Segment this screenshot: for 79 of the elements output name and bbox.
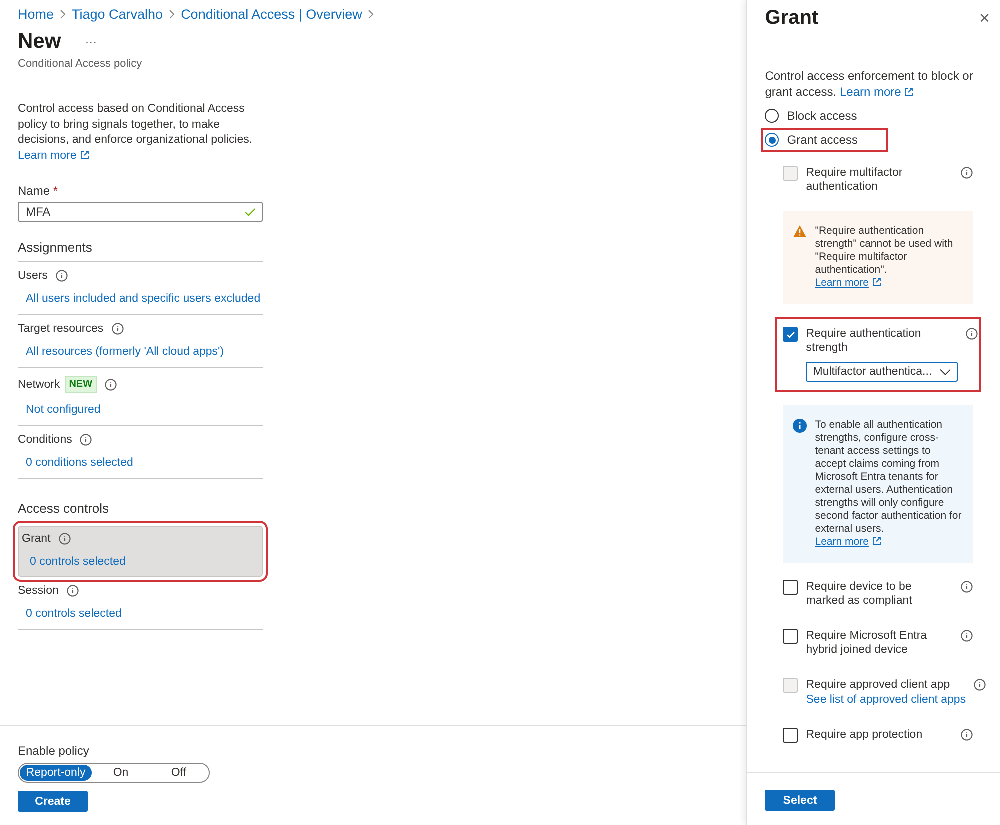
info-icon xyxy=(56,270,68,282)
learn-more-link[interactable]: Learn more xyxy=(840,85,902,99)
checkbox[interactable] xyxy=(783,327,798,342)
chevron-right-icon xyxy=(169,10,176,19)
more-button[interactable]: ··· xyxy=(85,35,98,49)
row-label: Conditions xyxy=(18,434,72,446)
row-value-link[interactable]: All resources (formerly 'All cloud apps') xyxy=(26,346,224,358)
info-icon xyxy=(58,533,71,545)
info-icon xyxy=(961,630,974,642)
assignment-row[interactable]: Target resources All resources (formerly 'All cloud apps') xyxy=(18,315,263,368)
info-icon xyxy=(80,434,92,446)
checkbox-label: Require app protection xyxy=(806,729,923,741)
toggle-option[interactable]: On xyxy=(92,765,150,781)
assignment-row[interactable]: Network NEW Not configured xyxy=(18,368,263,426)
learn-more-link[interactable]: Learn more xyxy=(815,536,869,548)
strength-dropdown[interactable]: Multifactor authentica... xyxy=(806,362,958,382)
learn-more-link[interactable]: Learn more xyxy=(815,277,869,289)
checkbox[interactable] xyxy=(783,580,798,595)
row-label: Network xyxy=(18,378,60,390)
checkbox[interactable] xyxy=(783,728,798,743)
section-heading: Assignments xyxy=(18,240,263,262)
close-button[interactable]: × xyxy=(975,7,994,29)
page-title: New xyxy=(18,30,62,54)
chevron-right-icon xyxy=(368,10,374,19)
radio-option[interactable]: Block access xyxy=(765,108,860,124)
info-icon xyxy=(961,581,974,593)
chevron-right-icon xyxy=(60,10,66,19)
row-value-link[interactable]: Not configured xyxy=(26,404,101,416)
external-link-icon xyxy=(872,536,882,546)
external-link-icon xyxy=(904,87,914,97)
warning-icon xyxy=(793,225,808,238)
row-label: Target resources xyxy=(18,323,104,335)
chevron-down-icon xyxy=(940,368,952,376)
breadcrumb-link[interactable]: Conditional Access | Overview xyxy=(181,7,362,22)
create-button[interactable]: Create xyxy=(18,791,88,812)
learn-more-link[interactable]: Learn more xyxy=(18,150,77,162)
breadcrumb-link[interactable]: Tiago Carvalho xyxy=(72,7,164,22)
toggle-option[interactable]: Report-only xyxy=(20,765,92,781)
row-value-link[interactable]: 0 conditions selected xyxy=(26,457,134,469)
field-label: Name xyxy=(18,184,50,198)
check-icon xyxy=(786,330,796,340)
toggle-option[interactable]: Off xyxy=(150,765,208,781)
checkbox-label: Require approved client app xyxy=(806,679,950,691)
intro-text: Control access enforcement to block or grant access. Learn more xyxy=(765,68,974,100)
info-icon xyxy=(961,167,974,179)
info-icon xyxy=(974,679,986,691)
row-value-link[interactable]: 0 controls selected xyxy=(26,608,122,620)
row-label: Grant xyxy=(22,533,51,545)
checkbox-label: Require authentication strength xyxy=(806,328,922,354)
assignment-row[interactable]: Users All users included and specific users excluded xyxy=(18,262,263,315)
message-text: "Require authentication strength" cannot be used with "Require multifactor authentication". xyxy=(815,225,954,276)
info-icon xyxy=(966,328,978,340)
page-subtitle: Conditional Access policy xyxy=(18,58,144,70)
checkbox-label: Require multifactor authentication xyxy=(806,167,903,193)
info-icon xyxy=(793,419,808,433)
checkbox-label: Require Microsoft Entra hybrid joined device xyxy=(806,630,928,656)
assignment-row[interactable]: Conditions 0 conditions selected xyxy=(18,426,263,479)
message-text: To enable all authentication strengths, configure cross-tenant access settings to accept claims coming from Microsoft Entra tenants for external users. Authentication strengths will only configure second factor authentication for external users. xyxy=(815,419,962,535)
checkbox[interactable] xyxy=(783,629,798,644)
row-value-link[interactable]: 0 controls selected xyxy=(30,556,126,568)
row-value-link[interactable]: All users included and specific users excluded xyxy=(26,293,261,305)
assignment-row[interactable]: Session 0 controls selected xyxy=(18,577,263,630)
info-icon xyxy=(112,323,124,335)
external-link-icon xyxy=(872,277,882,287)
external-link-icon xyxy=(80,150,90,160)
select-button[interactable]: Select xyxy=(765,790,836,811)
info-icon xyxy=(961,729,974,741)
row-label: Session xyxy=(18,585,59,597)
description-text: Control access based on Conditional Access policy to bring signals together, to make decisions, and enforce organizational policies. xyxy=(18,103,253,146)
info-icon xyxy=(66,585,79,597)
breadcrumb-link[interactable]: Home xyxy=(18,7,54,22)
info-icon xyxy=(104,378,117,390)
panel-title: Grant xyxy=(765,7,819,30)
name-field[interactable]: MFA xyxy=(18,202,263,222)
row-label: Users xyxy=(18,270,48,282)
required-mark: * xyxy=(53,184,58,198)
new-badge: NEW xyxy=(65,376,97,393)
checkbox-label: Require device to be marked as compliant xyxy=(806,581,912,607)
enable-policy-label: Enable policy xyxy=(18,744,90,758)
